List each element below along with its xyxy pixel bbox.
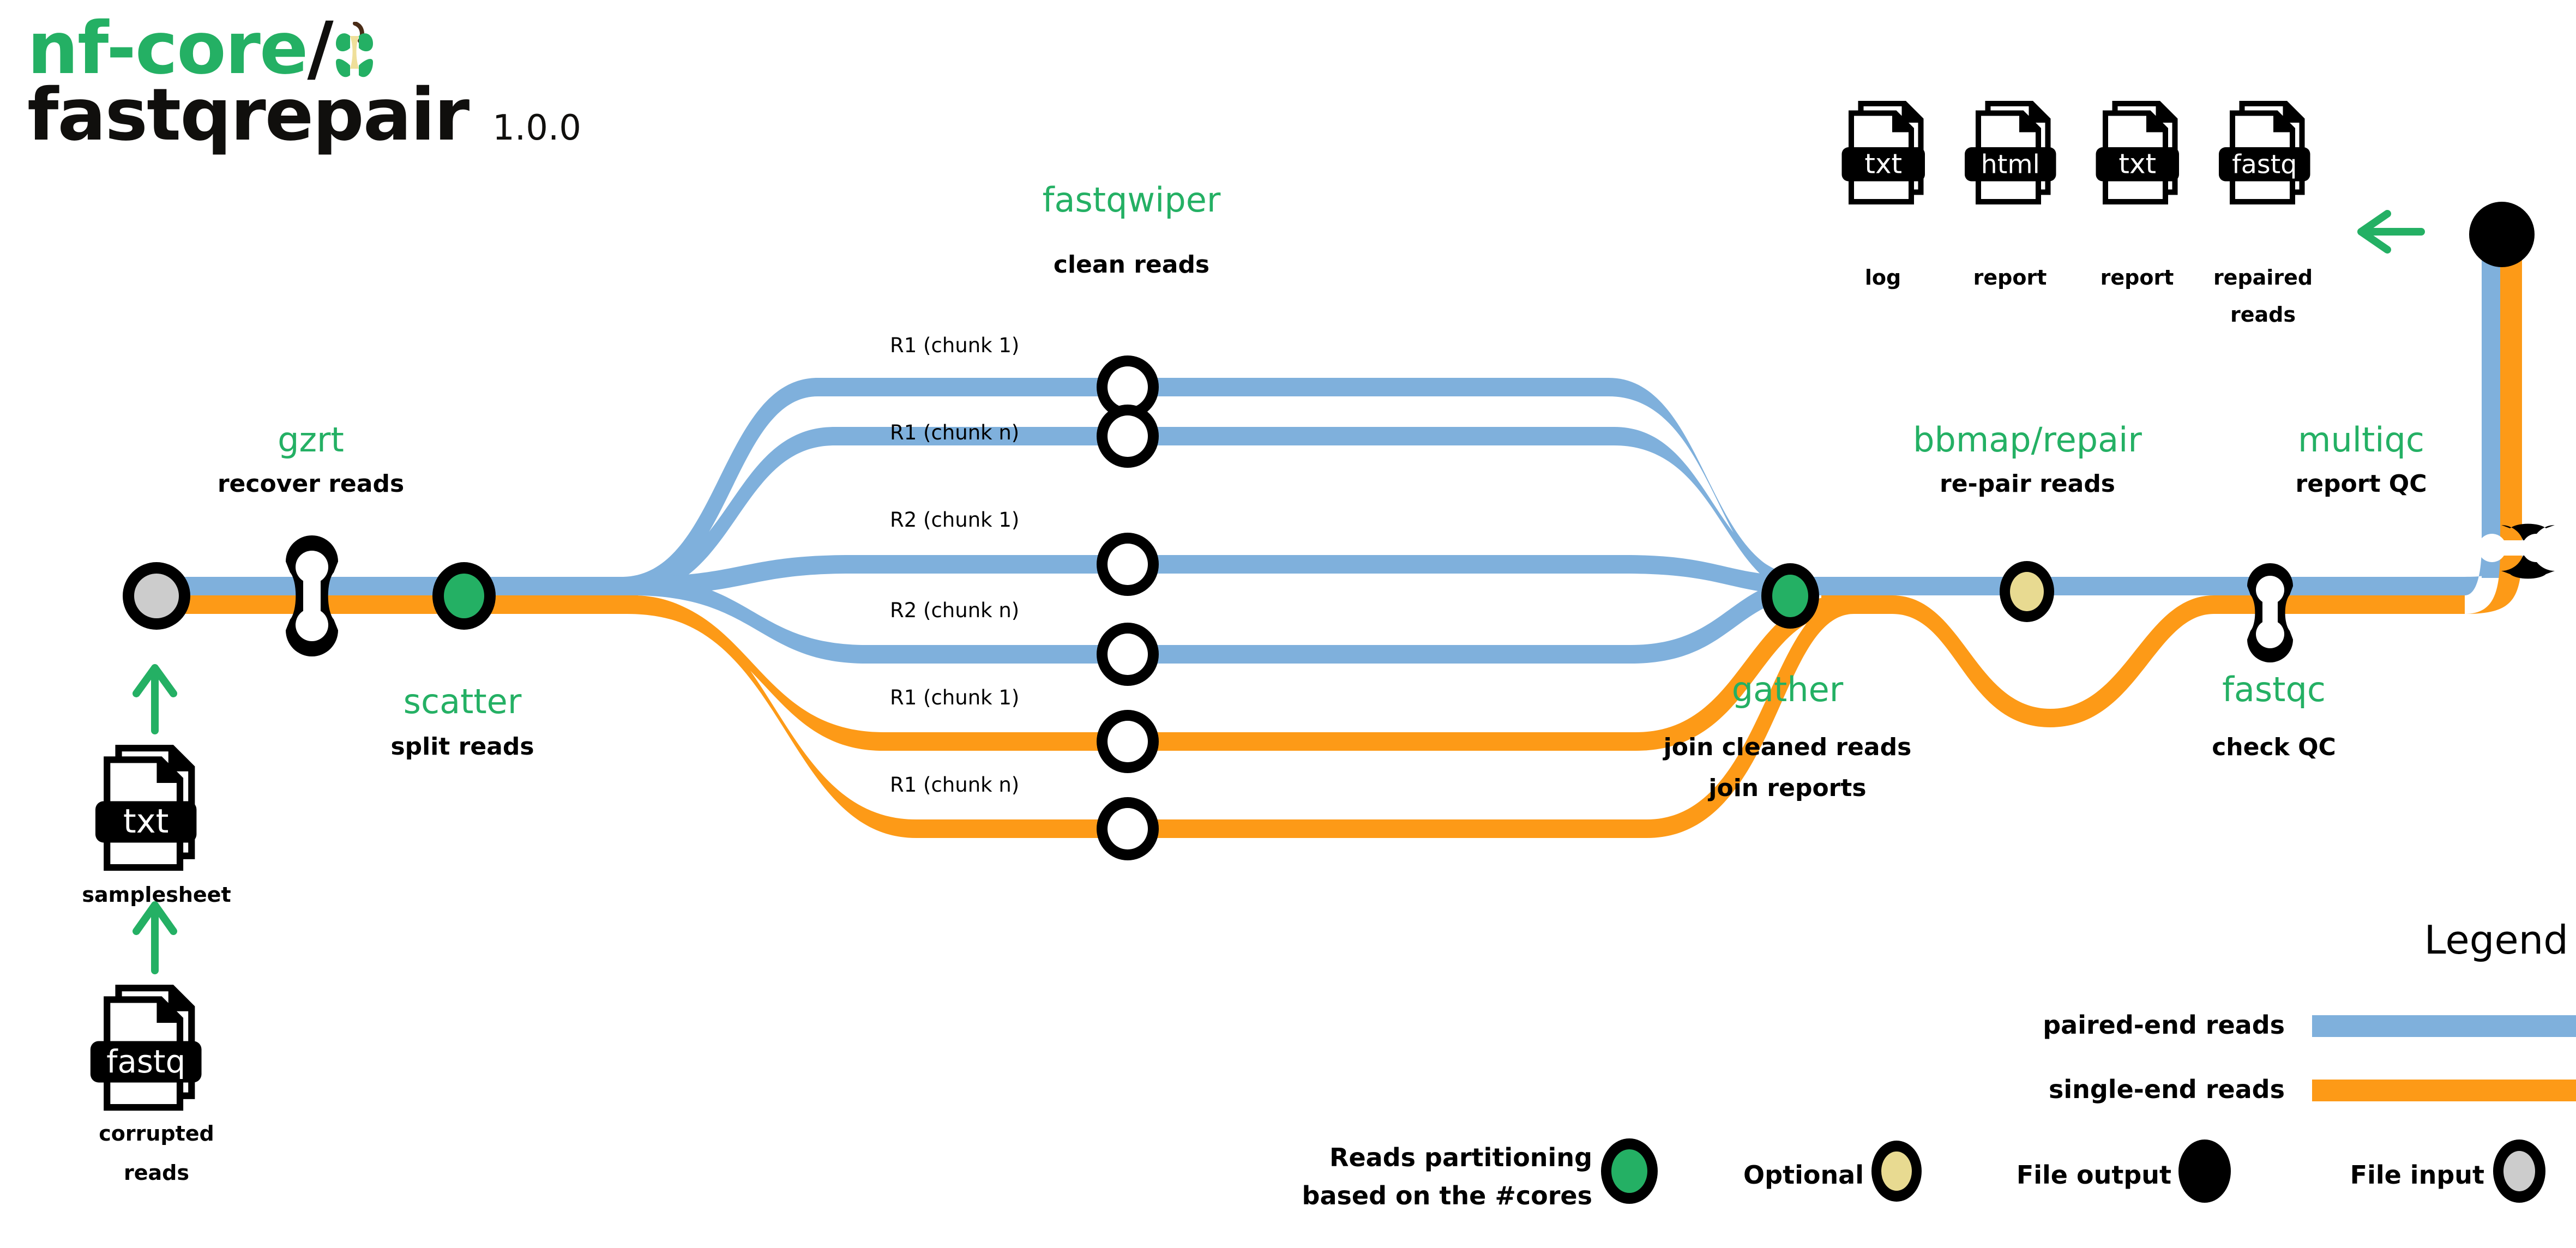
logo-block: nf-core/ fastqrepair 1.0.0 <box>27 11 581 151</box>
process-label-gather: gather <box>1731 670 1844 709</box>
legend-label-reads-partitioning-line2: based on the #cores <box>1302 1181 1592 1210</box>
legend-label-paired-end: paired-end reads <box>2043 1010 2285 1040</box>
node-bbmap-repair[interactable] <box>2000 561 2054 622</box>
svg-text:txt: txt <box>1864 148 1902 180</box>
node-fastqwiper-chunk-2[interactable] <box>1097 405 1159 468</box>
ribbon-single-end-trunk-left <box>147 595 638 614</box>
node-scatter[interactable] <box>432 562 496 630</box>
file-caption-txt-report: report <box>2100 266 2174 290</box>
chunk-label-6: R1 (chunk n) <box>890 773 1020 797</box>
process-label-bbmap-repair: bbmap/repair <box>1913 420 2142 460</box>
file-caption-repaired-line1: repaired <box>2213 266 2313 290</box>
process-label-scatter: scatter <box>403 682 522 721</box>
legend-swatch-single-end <box>2312 1080 2576 1101</box>
legend-title: Legend <box>2424 917 2568 963</box>
file-icon-fastq-corrupted: fastq <box>90 985 202 1111</box>
process-desc-fastqwiper: clean reads <box>1053 251 1210 279</box>
process-desc-gather-line2: join reports <box>1708 774 1867 802</box>
pipeline-diagram-canvas: txt fastq txt html txt fastq nf-core/ fa… <box>0 0 2576 1248</box>
ribbon-single-end-bypass <box>1821 595 2465 727</box>
file-caption-samplesheet: samplesheet <box>82 883 231 907</box>
legend-label-file-output: File output <box>2016 1160 2171 1190</box>
file-caption-log: log <box>1864 266 1901 290</box>
legend-label-single-end: single-end reads <box>2048 1075 2285 1104</box>
process-desc-gather-line1: join cleaned reads <box>1663 733 1912 761</box>
file-icon-txt-report: txt <box>2096 101 2179 204</box>
svg-text:fastq: fastq <box>2232 150 2297 180</box>
node-fastqwiper-chunk-4[interactable] <box>1097 623 1159 686</box>
ribbon-paired-end-trunk-right <box>1799 577 2465 595</box>
legend-node-file-input <box>2493 1140 2545 1203</box>
ribbon-chunk-segments <box>1102 378 1538 838</box>
legend-label-reads-partitioning-line1: Reads partitioning <box>1329 1143 1592 1172</box>
process-label-fastqwiper: fastqwiper <box>1042 180 1221 220</box>
process-desc-multiqc: report QC <box>2295 470 2427 498</box>
legend-swatch-paired-end <box>2312 1015 2576 1037</box>
file-icon-html-report: html <box>1965 101 2056 204</box>
legend-label-optional: Optional <box>1743 1160 1864 1190</box>
chunk-label-3: R2 (chunk 1) <box>890 508 1020 532</box>
chunk-label-1: R1 (chunk 1) <box>890 334 1020 357</box>
arrow-up-icon-samplesheet <box>133 664 177 734</box>
logo-line-2: fastqrepair 1.0.0 <box>27 79 581 151</box>
node-file-input-samplesheet[interactable] <box>123 562 190 630</box>
process-desc-scatter: split reads <box>390 733 534 761</box>
ribbon-paired-end-trunk-left <box>147 577 638 595</box>
file-icon-fastq-repaired: fastq <box>2219 101 2310 204</box>
file-caption-corrupted-line2: reads <box>124 1161 189 1185</box>
svg-text:txt: txt <box>2118 148 2156 180</box>
ribbon-single-end-fanout <box>627 595 1254 838</box>
process-desc-bbmap-repair: re-pair reads <box>1939 470 2116 498</box>
node-fastqwiper-chunk-5[interactable] <box>1097 710 1159 773</box>
node-file-output[interactable] <box>2469 202 2535 267</box>
arrow-up-icon-corrupted <box>133 901 177 974</box>
file-caption-repaired-line2: reads <box>2230 303 2296 327</box>
legend-node-reads-partitioning <box>1601 1138 1658 1204</box>
chunk-label-2: R1 (chunk n) <box>890 421 1020 444</box>
chunk-label-5: R1 (chunk 1) <box>890 686 1020 709</box>
node-fastqwiper-chunk-6[interactable] <box>1097 797 1159 860</box>
logo-version: 1.0.0 <box>492 107 581 148</box>
legend-label-file-input: File input <box>2350 1160 2484 1190</box>
legend-node-file-output <box>2178 1140 2231 1203</box>
process-label-fastqc: fastqc <box>2222 670 2326 709</box>
logo-pipeline-name: fastqrepair <box>27 73 470 157</box>
process-desc-gzrt: recover reads <box>217 470 405 498</box>
arrow-left-icon-output <box>2357 210 2425 254</box>
pipeline-flow-svg: txt fastq txt html txt fastq <box>90 101 2576 1204</box>
node-fastqwiper-chunk-3[interactable] <box>1097 533 1159 596</box>
svg-text:txt: txt <box>123 803 169 841</box>
legend-node-optional <box>1871 1141 1922 1202</box>
process-label-multiqc: multiqc <box>2298 420 2424 460</box>
file-caption-corrupted-line1: corrupted <box>99 1122 214 1145</box>
file-icon-txt-log: txt <box>1841 101 1925 204</box>
node-gather[interactable] <box>1761 563 1819 629</box>
process-desc-fastqc: check QC <box>2212 733 2336 761</box>
file-icon-txt-samplesheet: txt <box>95 745 197 871</box>
svg-text:fastq: fastq <box>106 1043 185 1080</box>
file-caption-html-report: report <box>1973 266 2047 290</box>
svg-text:html: html <box>1981 150 2040 180</box>
chunk-label-4: R2 (chunk n) <box>890 599 1020 622</box>
process-label-gzrt: gzrt <box>278 420 344 460</box>
